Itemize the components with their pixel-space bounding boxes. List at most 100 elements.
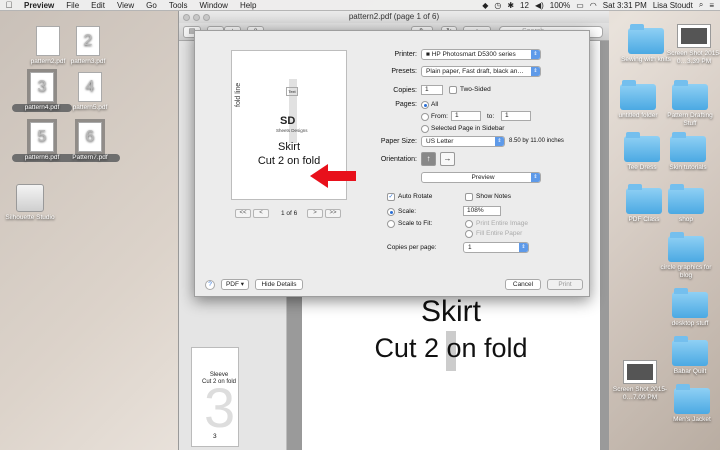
menu-window[interactable]: Window [194,1,234,10]
section-select[interactable]: Preview ⇕ [421,172,541,183]
pages-all-label: All [431,101,439,108]
pages-from-label: From: [431,113,448,120]
folder-label: desktop stuff [671,320,709,327]
menu-tools[interactable]: Tools [163,1,194,10]
pages-all-radio[interactable] [421,101,429,109]
two-sided-checkbox[interactable] [449,86,457,94]
notification-center-icon[interactable]: ≡ [709,1,714,10]
pages-from-radio[interactable] [421,113,429,121]
hide-details-button[interactable]: Hide Details [255,279,303,290]
auto-rotate-checkbox[interactable]: ✓ [387,193,395,201]
print-dialog: Text fold line SD Sheets Designs Skirt C… [194,30,590,297]
preview-title: Skirt [278,141,300,153]
menu-edit[interactable]: Edit [85,1,111,10]
page-indicator: 1 of 6 [281,210,298,217]
presets-label: Presets: [391,68,417,75]
fill-entire-paper-label: Fill Entire Paper [476,230,523,237]
apple-menu-icon[interactable]:  [0,0,18,10]
menu-file[interactable]: File [60,1,85,10]
folder-label: Skin tutorials [669,164,707,171]
desktop-drive-label: Silhouette Studio [5,214,55,221]
copies-input[interactable]: 1 [421,85,443,95]
desktop-folder-skin-tutorials[interactable]: Skin tutorials [658,132,718,172]
to-input[interactable]: 1 [501,111,531,121]
preview-logo-sub: Sheets Designs [276,128,308,133]
presets-select[interactable]: Plain paper, Fast draft, black an… ⇕ [421,66,541,77]
first-page-button[interactable]: << [235,209,251,218]
desktop-file-pattern3[interactable]: 2 pattern3.pdf [58,26,118,66]
desktop-folder-mens-jacket[interactable]: Men's Jacket [662,384,720,424]
desktop-folder-circle-graphics[interactable]: circle graphics for blog [656,232,716,280]
notification-badge[interactable]: 12 [520,1,529,10]
copies-per-page-value: 1 [468,244,472,251]
menu-view[interactable]: View [111,1,140,10]
folder-icon [672,336,708,366]
printer-label: Printer: [394,51,417,58]
folder-icon [668,232,704,262]
show-notes-checkbox[interactable] [465,193,473,201]
help-button[interactable]: ? [205,280,215,290]
clock[interactable]: Sat 3:31 PM [603,1,647,10]
next-page-button[interactable]: > [307,209,323,218]
chevron-updown-icon: ⇕ [531,173,540,182]
zoom-button[interactable] [203,14,210,21]
print-entire-image-radio[interactable] [465,220,473,228]
landscape-orientation-icon[interactable]: → [440,152,455,166]
folder-icon [672,288,708,318]
pdf-menu-button[interactable]: PDF ▾ [221,279,249,290]
pages-label: Pages: [395,101,417,108]
copies-per-page-select[interactable]: 1 ⇕ [463,242,529,253]
menu-go[interactable]: Go [140,1,163,10]
minimize-button[interactable] [193,14,200,21]
scale-radio[interactable] [387,208,395,216]
file-label: Screen Shot 2015-0…3.39 PM [666,50,720,65]
print-button[interactable]: Print [547,279,583,290]
spotlight-icon[interactable]: ⌕ [699,0,703,10]
red-arrow-annotation [310,164,356,188]
orientation-label: Orientation: [380,156,417,163]
page-title-text: Skirt [421,295,481,328]
scale-to-fit-radio[interactable] [387,220,395,228]
desktop-file-label: pattern3.pdf [70,58,106,65]
pages-selected-radio[interactable] [421,125,429,133]
window-title: pattern2.pdf (page 1 of 6) [348,12,440,21]
desktop-drive-silhouette[interactable]: Silhouette Studio [0,184,60,222]
printer-select[interactable]: ■ HP Photosmart D5300 series ⇕ [421,49,541,60]
pdf-file-icon: 6 [75,119,105,155]
scale-input[interactable]: 108% [463,206,501,216]
dropbox-icon[interactable]: ◆ [482,1,488,10]
cancel-button[interactable]: Cancel [505,279,541,290]
desktop-file-pattern5[interactable]: 4 pattern5.pdf [60,72,120,112]
from-input[interactable]: 1 [451,111,481,121]
fill-entire-paper-radio[interactable] [465,230,473,238]
volume-icon[interactable]: ◀) [535,1,544,10]
preview-fold-text: fold line [235,82,242,107]
desktop-screenshot-1[interactable]: Screen Shot 2015-0…3.39 PM [664,24,720,66]
desktop-folder-pattern-drafting[interactable]: Pattern Drafting Stuff [660,80,720,128]
sidebar-page-thumbnail[interactable]: 3 Sleeve Cut 2 on fold [191,347,239,447]
battery-percent[interactable]: 100% [550,1,570,10]
desktop-file-pattern7[interactable]: 6 Pattern7.pdf [60,119,120,162]
thumb-label-1: Sleeve [209,372,229,378]
desktop-folder-untitled[interactable]: untitled folder [608,80,668,120]
show-notes-label: Show Notes [476,193,512,200]
close-button[interactable] [183,14,190,21]
paper-size-select[interactable]: US Letter ⇕ [421,136,505,147]
bluetooth-icon[interactable]: ✱ [507,1,514,10]
menu-help[interactable]: Help [234,1,262,10]
last-page-button[interactable]: >> [325,209,341,218]
copies-label: Copies: [393,87,417,94]
folder-icon [674,384,710,414]
portrait-orientation-icon[interactable]: ↑ [421,152,436,166]
time-machine-icon[interactable]: ◷ [494,1,501,10]
desktop-folder-shop[interactable]: shop [656,184,716,224]
user-name[interactable]: Lisa Stoudt [653,1,693,10]
desktop-screenshot-2[interactable]: Screen Shot 2015-0…7.09 PM [610,360,670,402]
scale-label: Scale: [398,208,417,215]
prev-page-button[interactable]: < [253,209,269,218]
screenshot-file-icon [623,360,657,384]
desktop-folder-desktop-stuff[interactable]: desktop stuff [660,288,720,328]
wifi-icon[interactable]: ◠ [590,1,597,10]
battery-icon: ▭ [576,0,584,10]
menu-app-name[interactable]: Preview [18,1,60,10]
